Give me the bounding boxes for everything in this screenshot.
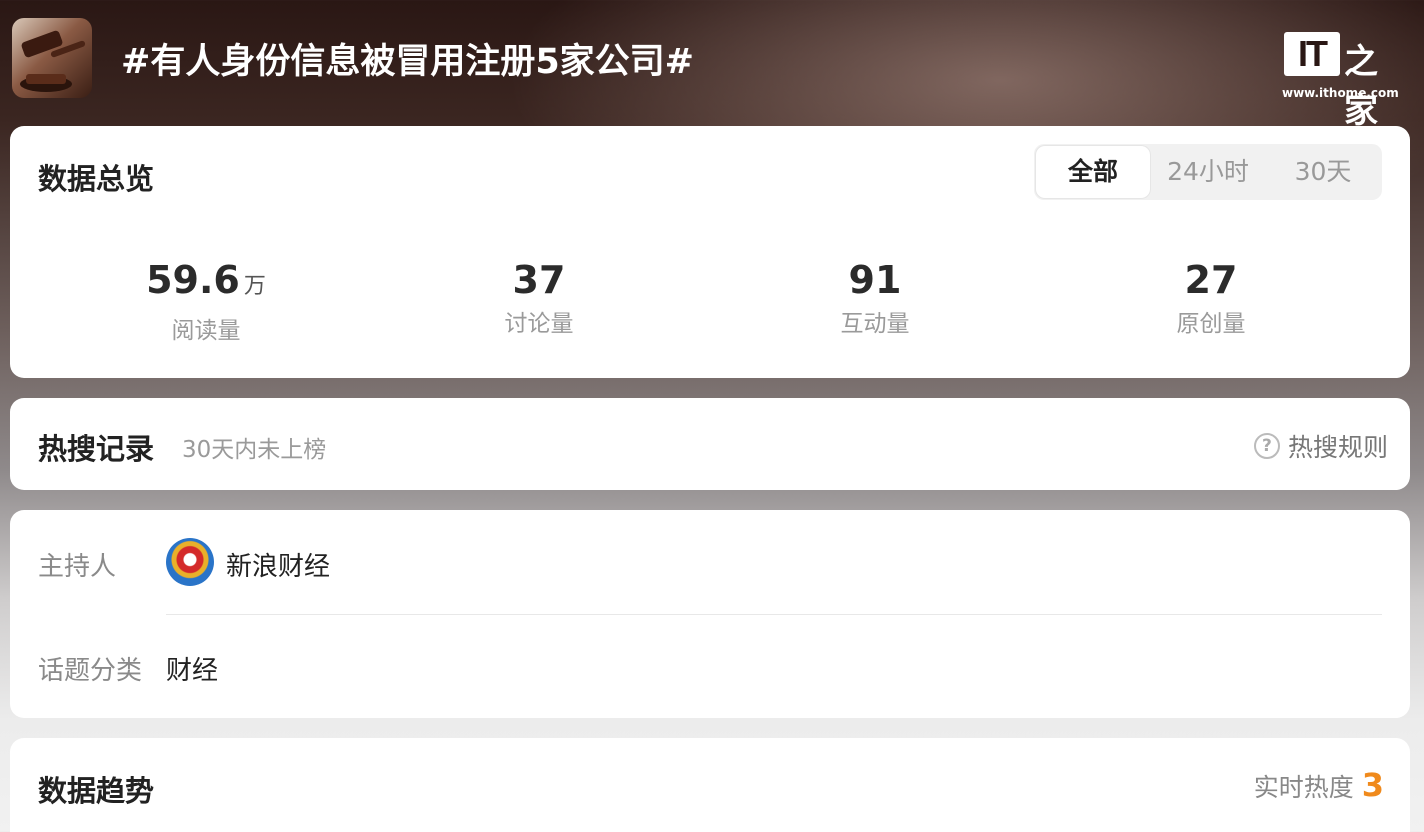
stat-interactions: 91 互动量 (755, 258, 995, 338)
hot-search-rules-link[interactable]: ? 热搜规则 (1253, 428, 1388, 464)
stat-value: 37 (512, 258, 566, 302)
overview-title: 数据总览 (38, 162, 155, 196)
tab-30d[interactable]: 30天 (1266, 146, 1380, 198)
time-range-tabs: 全部 24小时 30天 (1034, 144, 1382, 200)
stat-reads: 59.6 万 阅读量 (86, 258, 326, 345)
category-label: 话题分类 (38, 656, 143, 686)
divider (166, 614, 1382, 615)
brand-watermark: IT 之家 www.ithome.com (1282, 30, 1402, 131)
stat-value: 27 (1184, 258, 1238, 302)
stat-label: 互动量 (840, 311, 910, 337)
gavel-icon (20, 30, 86, 92)
help-circle-icon: ? (1253, 433, 1280, 459)
brand-url: www.ithome.com (1282, 86, 1399, 100)
topic-info-card: 主持人 新浪财经 话题分类 财经 (10, 510, 1410, 718)
stat-label: 阅读量 (171, 318, 241, 344)
stat-label: 原创量 (1176, 311, 1246, 337)
stat-value: 59.6 万 (146, 258, 266, 302)
host-name[interactable]: 新浪财经 (226, 546, 330, 583)
stat-label: 讨论量 (504, 311, 574, 337)
heat-label: 实时热度 (1253, 773, 1354, 802)
hot-search-status: 30天内未上榜 (182, 437, 327, 463)
stat-originals: 27 原创量 (1091, 258, 1331, 338)
category-value: 财经 (166, 656, 219, 686)
topic-header: #有人身份信息被冒用注册5家公司# IT 之家 www.ithome.com (0, 0, 1424, 131)
tab-all[interactable]: 全部 (1036, 146, 1150, 198)
topic-title: #有人身份信息被冒用注册5家公司# (121, 42, 695, 82)
brand-logo: IT (1284, 32, 1340, 76)
host-label: 主持人 (38, 552, 117, 582)
realtime-heat: 实时热度 3 (1254, 766, 1384, 804)
trend-card: 数据趋势 实时热度 3 (10, 738, 1410, 832)
heat-value: 3 (1361, 766, 1384, 804)
stat-value: 91 (848, 258, 902, 302)
overview-card: 数据总览 全部 24小时 30天 59.6 万 阅读量 37 讨论量 91 互动量… (10, 126, 1410, 378)
hot-search-card: 热搜记录 30天内未上榜 ? 热搜规则 (10, 398, 1410, 490)
stat-discussions: 37 讨论量 (419, 258, 659, 338)
host-avatar[interactable] (166, 538, 214, 586)
trend-title: 数据趋势 (38, 774, 155, 808)
brand-logo-chinese: 之家 (1344, 42, 1378, 131)
tab-24h[interactable]: 24小时 (1150, 146, 1266, 198)
hot-search-rules-label: 热搜规则 (1287, 433, 1388, 462)
topic-thumbnail (12, 18, 92, 98)
hot-search-title: 热搜记录 (38, 432, 155, 466)
